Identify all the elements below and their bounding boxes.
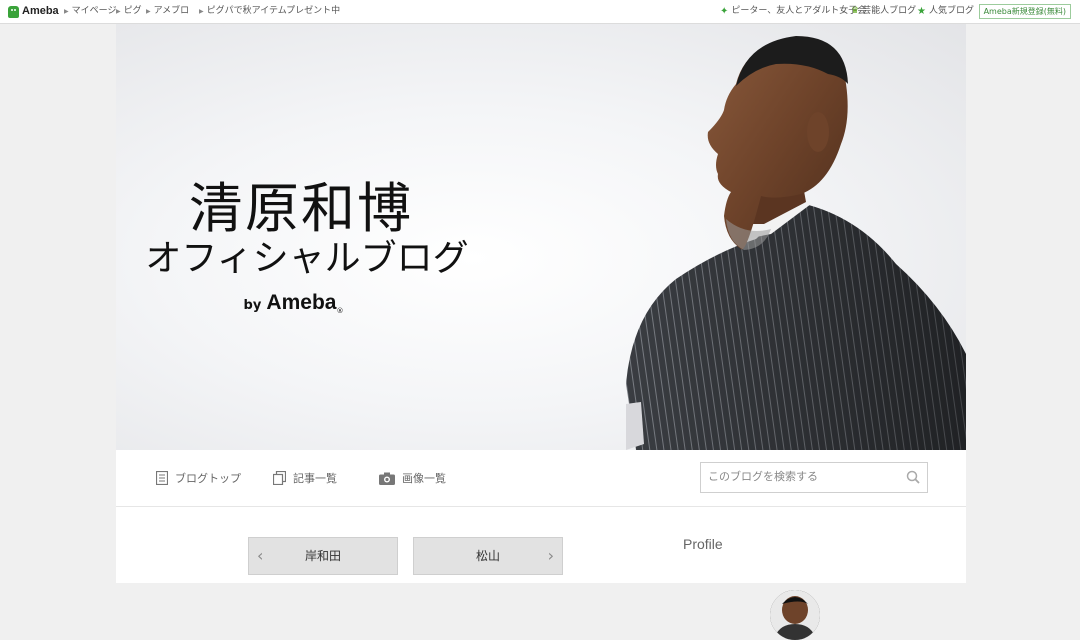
- topnav-mypage[interactable]: ▶ マイページ: [64, 0, 116, 23]
- arrow-right-icon: ▶: [199, 8, 204, 15]
- blog-search-box: [700, 462, 928, 493]
- by-ameba-line: by Ameba®: [116, 291, 471, 315]
- star-icon: ★: [917, 6, 926, 17]
- topnav-girls-party-label: ピーター、友人とアダルト女子会: [731, 6, 867, 16]
- topnav-celebrity-blog[interactable]: ♛ 芸能人ブログ: [851, 0, 916, 23]
- brand-label: Ameba: [266, 291, 337, 314]
- chevron-right-icon: ›: [547, 546, 554, 565]
- nav-article-list[interactable]: 記事一覧: [273, 470, 337, 486]
- header-portrait-image: [626, 36, 966, 450]
- blog-container: 清原和博 オフィシャルブログ by Ameba® ブログトップ 記事一覧 画像一…: [116, 24, 966, 640]
- arrow-right-icon: ▶: [64, 8, 69, 15]
- topnav-pigg[interactable]: ▶ ピグ: [116, 0, 142, 23]
- register-button[interactable]: Ameba新規登録(無料): [978, 4, 1071, 19]
- topnav-mypage-label: マイページ: [71, 6, 117, 16]
- brand-mark: ®: [336, 307, 344, 315]
- topnav-ameblo-label: アメブロ: [153, 6, 190, 16]
- copy-icon: [273, 471, 286, 485]
- nav-blog-top-label: ブログトップ: [175, 472, 241, 485]
- nav-image-list[interactable]: 画像一覧: [379, 470, 446, 486]
- document-icon: [156, 471, 168, 485]
- blog-search-input[interactable]: [701, 463, 898, 490]
- nav-image-list-label: 画像一覧: [402, 472, 446, 485]
- profile-heading: Profile: [683, 536, 723, 552]
- prev-article-button[interactable]: ‹ 岸和田: [248, 537, 398, 575]
- prev-article-label: 岸和田: [304, 549, 341, 563]
- search-icon[interactable]: [906, 470, 920, 484]
- topnav-celebrity-blog-label: 芸能人ブログ: [862, 6, 917, 16]
- topnav-ameblo[interactable]: ▶ アメブロ: [146, 0, 189, 23]
- blog-header-banner[interactable]: 清原和博 オフィシャルブログ by Ameba®: [116, 24, 966, 450]
- crown-icon: ♛: [851, 6, 860, 16]
- topnav-girls-party[interactable]: ✦ ピーター、友人とアダルト女子会: [720, 0, 866, 23]
- chevron-left-icon: ‹: [257, 546, 264, 565]
- avatar-image: [770, 590, 820, 640]
- next-article-button[interactable]: 松山 ›: [413, 537, 563, 575]
- camera-icon: [379, 472, 395, 485]
- ameba-logo-icon: [8, 5, 19, 18]
- next-article-label: 松山: [475, 549, 500, 563]
- profile-avatar[interactable]: [770, 590, 820, 640]
- arrow-right-icon: ▶: [116, 8, 121, 15]
- topnav-popular-blog-label: 人気ブログ: [928, 6, 974, 16]
- global-header: Ameba ▶ マイページ ▶ ピグ ▶ アメブロ ▶ ピグパで秋アイテムプレゼ…: [0, 0, 1080, 24]
- topnav-popular-blog[interactable]: ★ 人気ブログ: [917, 0, 974, 23]
- nav-blog-top[interactable]: ブログトップ: [156, 470, 241, 486]
- logo-text: Ameba: [22, 5, 59, 17]
- ameba-logo[interactable]: Ameba: [8, 0, 59, 23]
- arrow-right-icon: ▶: [146, 8, 151, 15]
- by-label: by: [243, 298, 262, 313]
- nav-article-list-label: 記事一覧: [293, 472, 337, 485]
- topnav-pigg-label: ピグ: [123, 6, 142, 16]
- blog-subtitle: オフィシャルブログ: [145, 238, 469, 279]
- blog-nav-bar: ブログトップ 記事一覧 画像一覧: [116, 450, 966, 507]
- sparkle-icon: ✦: [720, 6, 729, 17]
- topnav-promo-label: ピグパで秋アイテムプレゼント中: [206, 6, 341, 16]
- topnav-promo[interactable]: ▶ ピグパで秋アイテムプレゼント中: [199, 0, 340, 23]
